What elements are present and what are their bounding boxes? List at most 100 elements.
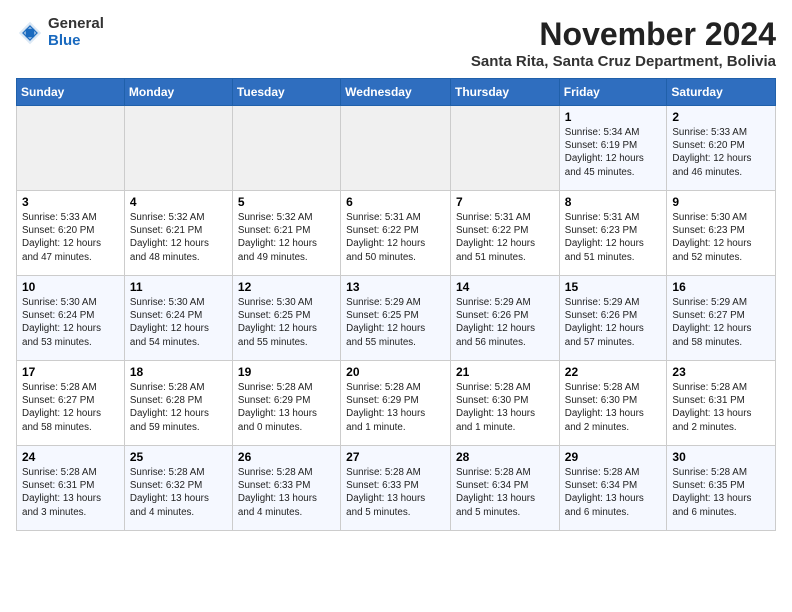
calendar-cell: 23 Sunrise: 5:28 AM Sunset: 6:31 PM Dayli… (667, 361, 776, 446)
calendar-cell (451, 106, 560, 191)
logo-text: General Blue (48, 16, 104, 49)
weekday-header: Tuesday (232, 79, 340, 106)
day-number: 1 (565, 110, 662, 124)
calendar-cell: 25 Sunrise: 5:28 AM Sunset: 6:32 PM Dayli… (124, 446, 232, 531)
day-number: 4 (130, 195, 227, 209)
cell-info: Sunrise: 5:28 AM Sunset: 6:30 PM Dayligh… (456, 381, 554, 434)
calendar-cell: 15Sunrise: 5:29 AM Sunset: 6:26 PM Dayli… (559, 276, 667, 361)
calendar-cell (124, 106, 232, 191)
cell-info: Sunrise: 5:28 AM Sunset: 6:29 PM Dayligh… (238, 381, 335, 434)
calendar-cell (17, 106, 125, 191)
calendar-cell: 9Sunrise: 5:30 AM Sunset: 6:23 PM Daylig… (667, 191, 776, 276)
cell-info: Sunrise: 5:31 AM Sunset: 6:22 PM Dayligh… (456, 211, 554, 264)
cell-info: Sunrise: 5:28 AM Sunset: 6:28 PM Dayligh… (130, 381, 227, 434)
calendar-cell: 30Sunrise: 5:28 AM Sunset: 6:35 PM Dayli… (667, 446, 776, 531)
calendar-cell: 16Sunrise: 5:29 AM Sunset: 6:27 PM Dayli… (667, 276, 776, 361)
calendar-week-row: 24 Sunrise: 5:28 AM Sunset: 6:31 PM Dayli… (17, 446, 776, 531)
cell-info: Sunrise: 5:28 AM Sunset: 6:29 PM Dayligh… (346, 381, 445, 434)
day-number: 11 (130, 280, 227, 294)
day-number: 20 (346, 365, 445, 379)
calendar-header: SundayMondayTuesdayWednesdayThursdayFrid… (17, 79, 776, 106)
cell-info: Sunrise: 5:28 AM Sunset: 6:33 PM Dayligh… (346, 466, 445, 519)
cell-info: Sunrise: 5:30 AM Sunset: 6:24 PM Dayligh… (130, 296, 227, 349)
calendar-cell: 24 Sunrise: 5:28 AM Sunset: 6:31 PM Dayli… (17, 446, 125, 531)
day-number: 17 (22, 365, 119, 379)
calendar-cell: 1 Sunrise: 5:34 AM Sunset: 6:19 PM Daylig… (559, 106, 667, 191)
cell-info: Sunrise: 5:33 AM Sunset: 6:20 PM Dayligh… (672, 126, 770, 179)
weekday-header: Saturday (667, 79, 776, 106)
cell-info: Sunrise: 5:29 AM Sunset: 6:26 PM Dayligh… (456, 296, 554, 349)
day-number: 5 (238, 195, 335, 209)
calendar-cell: 17 Sunrise: 5:28 AM Sunset: 6:27 PM Dayli… (17, 361, 125, 446)
calendar-cell: 27 Sunrise: 5:28 AM Sunset: 6:33 PM Dayli… (341, 446, 451, 531)
day-number: 28 (456, 450, 554, 464)
day-number: 6 (346, 195, 445, 209)
day-number: 29 (565, 450, 662, 464)
logo-icon (16, 19, 44, 47)
day-number: 23 (672, 365, 770, 379)
cell-info: Sunrise: 5:28 AM Sunset: 6:27 PM Dayligh… (22, 381, 119, 434)
calendar-cell: 2Sunrise: 5:33 AM Sunset: 6:20 PM Daylig… (667, 106, 776, 191)
location-subtitle: Santa Rita, Santa Cruz Department, Boliv… (471, 53, 776, 70)
logo-blue: Blue (48, 33, 104, 50)
calendar-cell: 19Sunrise: 5:28 AM Sunset: 6:29 PM Dayli… (232, 361, 340, 446)
day-number: 14 (456, 280, 554, 294)
weekday-header: Thursday (451, 79, 560, 106)
cell-info: Sunrise: 5:28 AM Sunset: 6:34 PM Dayligh… (456, 466, 554, 519)
cell-info: Sunrise: 5:32 AM Sunset: 6:21 PM Dayligh… (238, 211, 335, 264)
cell-info: Sunrise: 5:28 AM Sunset: 6:35 PM Dayligh… (672, 466, 770, 519)
calendar-body: 1 Sunrise: 5:34 AM Sunset: 6:19 PM Daylig… (17, 106, 776, 531)
day-number: 18 (130, 365, 227, 379)
day-number: 7 (456, 195, 554, 209)
day-number: 26 (238, 450, 335, 464)
cell-info: Sunrise: 5:28 AM Sunset: 6:34 PM Dayligh… (565, 466, 662, 519)
cell-info: Sunrise: 5:30 AM Sunset: 6:25 PM Dayligh… (238, 296, 335, 349)
day-number: 22 (565, 365, 662, 379)
weekday-header: Monday (124, 79, 232, 106)
calendar-week-row: 3Sunrise: 5:33 AM Sunset: 6:20 PM Daylig… (17, 191, 776, 276)
calendar-cell: 18 Sunrise: 5:28 AM Sunset: 6:28 PM Dayli… (124, 361, 232, 446)
day-number: 12 (238, 280, 335, 294)
calendar-cell: 28 Sunrise: 5:28 AM Sunset: 6:34 PM Dayli… (451, 446, 560, 531)
calendar-cell (232, 106, 340, 191)
title-area: November 2024 Santa Rita, Santa Cruz Dep… (471, 16, 776, 70)
day-number: 27 (346, 450, 445, 464)
cell-info: Sunrise: 5:28 AM Sunset: 6:31 PM Dayligh… (672, 381, 770, 434)
weekday-header: Wednesday (341, 79, 451, 106)
day-number: 24 (22, 450, 119, 464)
cell-info: Sunrise: 5:28 AM Sunset: 6:32 PM Dayligh… (130, 466, 227, 519)
cell-info: Sunrise: 5:28 AM Sunset: 6:31 PM Dayligh… (22, 466, 119, 519)
calendar-cell: 20 Sunrise: 5:28 AM Sunset: 6:29 PM Dayli… (341, 361, 451, 446)
day-number: 16 (672, 280, 770, 294)
cell-info: Sunrise: 5:34 AM Sunset: 6:19 PM Dayligh… (565, 126, 662, 179)
cell-info: Sunrise: 5:30 AM Sunset: 6:24 PM Dayligh… (22, 296, 119, 349)
day-number: 10 (22, 280, 119, 294)
day-number: 13 (346, 280, 445, 294)
cell-info: Sunrise: 5:28 AM Sunset: 6:30 PM Dayligh… (565, 381, 662, 434)
calendar-week-row: 10 Sunrise: 5:30 AM Sunset: 6:24 PM Dayli… (17, 276, 776, 361)
calendar-cell: 5 Sunrise: 5:32 AM Sunset: 6:21 PM Daylig… (232, 191, 340, 276)
weekday-header: Friday (559, 79, 667, 106)
cell-info: Sunrise: 5:28 AM Sunset: 6:33 PM Dayligh… (238, 466, 335, 519)
page-header: General Blue November 2024 Santa Rita, S… (16, 16, 776, 70)
calendar-week-row: 17 Sunrise: 5:28 AM Sunset: 6:27 PM Dayli… (17, 361, 776, 446)
cell-info: Sunrise: 5:30 AM Sunset: 6:23 PM Dayligh… (672, 211, 770, 264)
calendar-cell: 29 Sunrise: 5:28 AM Sunset: 6:34 PM Dayli… (559, 446, 667, 531)
cell-info: Sunrise: 5:31 AM Sunset: 6:22 PM Dayligh… (346, 211, 445, 264)
day-number: 8 (565, 195, 662, 209)
calendar-cell: 10 Sunrise: 5:30 AM Sunset: 6:24 PM Dayli… (17, 276, 125, 361)
weekday-header: Sunday (17, 79, 125, 106)
day-number: 3 (22, 195, 119, 209)
cell-info: Sunrise: 5:31 AM Sunset: 6:23 PM Dayligh… (565, 211, 662, 264)
day-number: 21 (456, 365, 554, 379)
month-title: November 2024 (471, 16, 776, 53)
calendar-cell: 22 Sunrise: 5:28 AM Sunset: 6:30 PM Dayli… (559, 361, 667, 446)
calendar-cell (341, 106, 451, 191)
calendar-cell: 6 Sunrise: 5:31 AM Sunset: 6:22 PM Daylig… (341, 191, 451, 276)
day-number: 25 (130, 450, 227, 464)
cell-info: Sunrise: 5:32 AM Sunset: 6:21 PM Dayligh… (130, 211, 227, 264)
logo-general: General (48, 16, 104, 33)
logo: General Blue (16, 16, 104, 49)
calendar-cell: 8 Sunrise: 5:31 AM Sunset: 6:23 PM Daylig… (559, 191, 667, 276)
calendar-cell: 11 Sunrise: 5:30 AM Sunset: 6:24 PM Dayli… (124, 276, 232, 361)
